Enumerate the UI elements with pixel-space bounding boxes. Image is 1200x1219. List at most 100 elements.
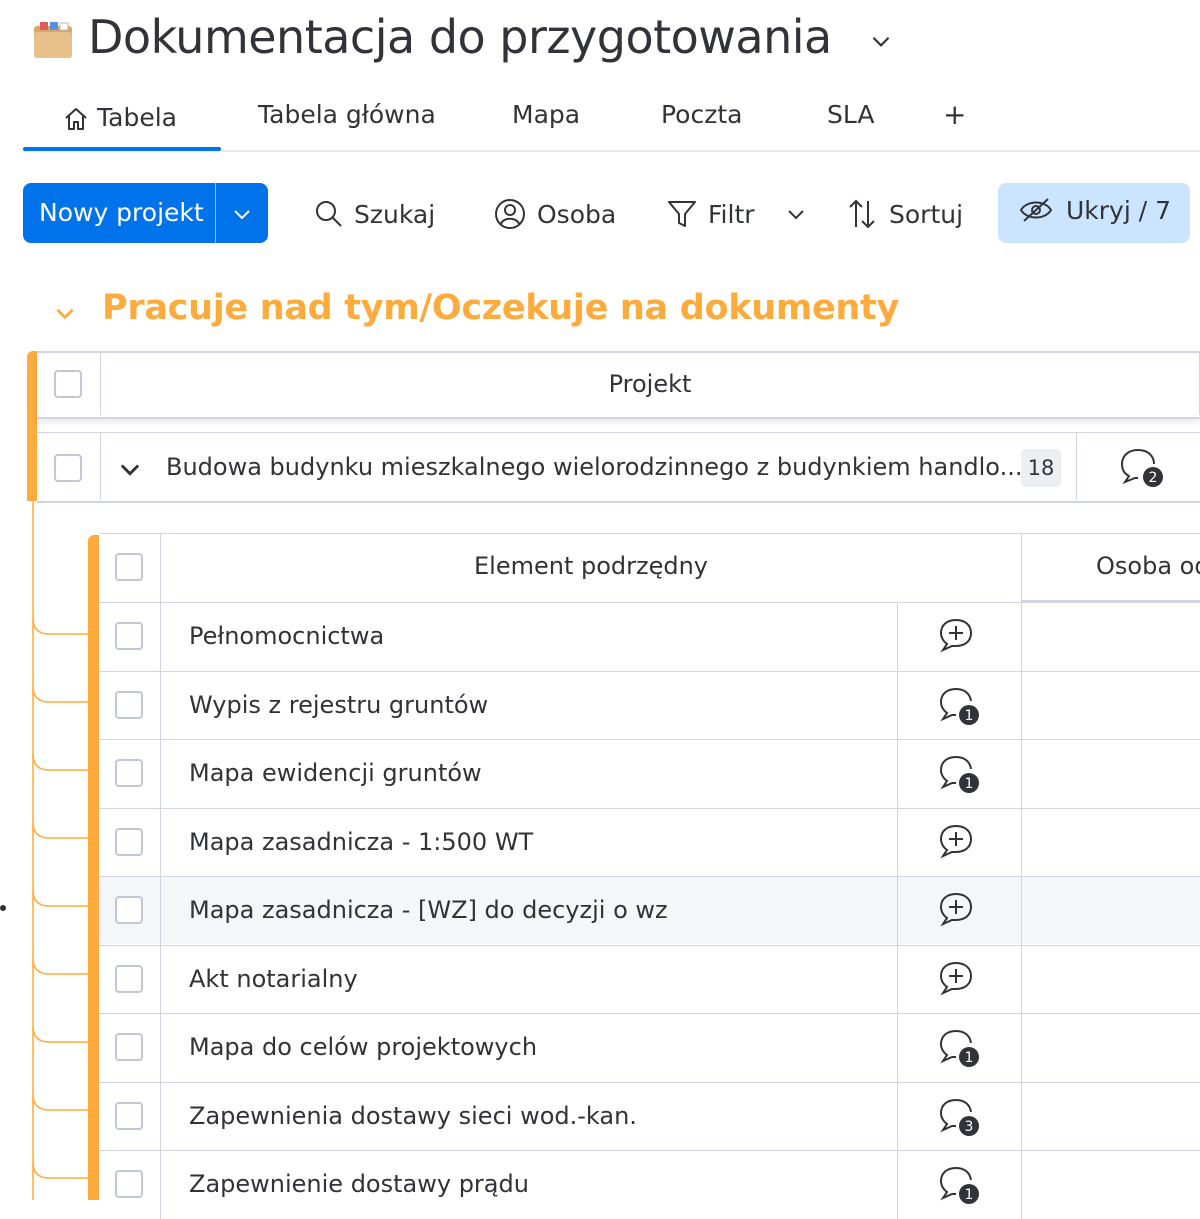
filter-button[interactable]: Filtr <box>666 188 755 240</box>
add-view-button[interactable]: + <box>943 98 966 131</box>
subitem-updates-button[interactable]: 3 <box>937 1096 981 1138</box>
column-divider <box>160 877 161 945</box>
column-divider <box>1076 433 1077 500</box>
subitem-row: Wypis z rejestru gruntów 1 <box>99 670 1200 740</box>
conversation-icon: 1 <box>939 687 979 725</box>
column-header-osoba[interactable]: Osoba od <box>1096 552 1200 580</box>
updates-count: 1 <box>965 1187 974 1203</box>
select-all-subitems-checkbox[interactable] <box>115 553 143 581</box>
subitem-row: Akt notarialny <box>99 944 1200 1014</box>
chevron-down-icon[interactable] <box>868 28 894 54</box>
subitems-color-bar <box>88 535 99 1200</box>
sort-icon <box>849 199 875 229</box>
new-project-label: Nowy projekt <box>39 198 204 227</box>
subitem-row: Mapa ewidencji gruntów 1 <box>99 739 1200 808</box>
column-divider <box>897 945 898 1014</box>
subitem-checkbox[interactable] <box>115 827 143 856</box>
hide-label: Ukryj / 7 <box>1066 195 1172 225</box>
subitem-updates-button[interactable]: 1 <box>937 685 981 727</box>
person-filter-button[interactable]: Osoba <box>493 188 616 240</box>
column-divider <box>160 945 161 1014</box>
subitem-name[interactable]: Mapa do celów projektowych <box>189 1033 537 1061</box>
subitem-updates-button[interactable]: 1 <box>937 753 981 795</box>
subitem-checkbox[interactable] <box>115 1033 143 1061</box>
search-label: Szukaj <box>354 199 436 229</box>
person-icon <box>495 199 525 229</box>
tab-mapa[interactable]: Mapa <box>512 100 580 129</box>
column-divider <box>897 1014 898 1082</box>
subitem-updates-button[interactable] <box>937 822 981 864</box>
column-divider <box>897 877 898 945</box>
add-update-icon <box>939 824 973 858</box>
subitem-checkbox[interactable] <box>115 896 143 924</box>
subitem-updates-button[interactable] <box>937 959 981 1001</box>
column-divider <box>897 1082 898 1151</box>
updates-button[interactable]: 2 <box>1118 446 1168 492</box>
drag-handle-dot <box>0 905 6 911</box>
column-header-element-podrzedny[interactable]: Element podrzędny <box>161 552 1021 580</box>
subitem-checkbox[interactable] <box>115 690 143 719</box>
tab-poczta[interactable]: Poczta <box>661 100 742 129</box>
tab-tabela[interactable]: Tabela <box>97 103 177 132</box>
column-divider <box>897 740 898 808</box>
subitem-tree-connector <box>32 500 88 1200</box>
row-checkbox[interactable] <box>54 454 82 482</box>
search-button[interactable]: Szukaj <box>314 188 435 240</box>
subitem-name[interactable]: Mapa zasadnicza - 1:500 WT <box>189 828 533 856</box>
group-title[interactable]: Pracuje nad tym/Oczekuje na dokumenty <box>102 288 899 328</box>
column-divider <box>160 808 161 877</box>
select-all-checkbox[interactable] <box>54 370 82 398</box>
add-update-icon <box>939 961 973 995</box>
subitem-name[interactable]: Wypis z rejestru gruntów <box>189 691 488 719</box>
person-label: Osoba <box>537 199 617 229</box>
updates-count: 1 <box>965 776 974 792</box>
subitem-count-badge[interactable]: 18 <box>1021 449 1061 487</box>
column-divider <box>897 808 898 877</box>
column-divider <box>1021 1082 1022 1151</box>
tab-sla[interactable]: SLA <box>827 100 874 129</box>
updates-count: 1 <box>965 708 974 724</box>
subitem-name[interactable]: Mapa ewidencji gruntów <box>189 759 482 787</box>
subitem-updates-button[interactable]: 1 <box>937 1027 981 1069</box>
hide-columns-button[interactable]: Ukryj / 7 <box>998 183 1190 243</box>
tab-tabela-glowna[interactable]: Tabela główna <box>258 100 436 129</box>
column-divider <box>897 603 898 671</box>
sort-button[interactable]: Sortuj <box>845 188 963 240</box>
column-header-projekt[interactable]: Projekt <box>101 370 1199 398</box>
folder-icon <box>34 22 72 58</box>
subitem-updates-button[interactable] <box>937 890 981 932</box>
subitem-name[interactable]: Akt notarialny <box>189 965 358 993</box>
item-name[interactable]: Budowa budynku mieszkalnego wielorodzinn… <box>166 453 1022 481</box>
eye-hidden-icon <box>1019 198 1053 222</box>
expand-subitems-chevron-icon[interactable] <box>116 455 144 483</box>
updates-count: 3 <box>965 1119 974 1135</box>
column-divider <box>897 1151 898 1219</box>
new-project-button[interactable]: Nowy projekt <box>23 183 268 243</box>
chevron-down-icon[interactable] <box>784 202 808 226</box>
subitem-name[interactable]: Mapa zasadnicza - [WZ] do decyzji o wz <box>189 896 668 924</box>
subitem-name[interactable]: Zapewnienie dostawy prądu <box>189 1170 529 1198</box>
subitem-name[interactable]: Zapewnienia dostawy sieci wod.-kan. <box>189 1102 637 1130</box>
column-divider <box>160 1014 161 1082</box>
subitem-checkbox[interactable] <box>115 1101 143 1130</box>
board-title[interactable]: Dokumentacja do przygotowania <box>88 10 832 64</box>
conversation-icon: 2 <box>1120 449 1163 487</box>
group-collapse-chevron-icon[interactable] <box>52 300 78 326</box>
column-divider <box>897 671 898 740</box>
subitem-checkbox[interactable] <box>115 1170 143 1198</box>
column-divider <box>1021 671 1022 740</box>
column-divider <box>160 1151 161 1219</box>
chevron-down-icon[interactable] <box>230 202 254 226</box>
subitem-row: Pełnomocnictwa <box>99 602 1200 671</box>
column-divider <box>1021 603 1022 671</box>
conversation-icon: 1 <box>939 1030 979 1067</box>
subitem-checkbox[interactable] <box>115 622 143 650</box>
subitem-updates-button[interactable] <box>937 616 981 658</box>
subitem-checkbox[interactable] <box>115 964 143 993</box>
column-divider <box>1021 1151 1022 1219</box>
column-divider <box>1021 877 1022 945</box>
subitem-name[interactable]: Pełnomocnictwa <box>189 622 384 650</box>
conversation-icon: 1 <box>939 756 979 793</box>
column-divider <box>1021 945 1022 1014</box>
subitem-checkbox[interactable] <box>115 759 143 787</box>
